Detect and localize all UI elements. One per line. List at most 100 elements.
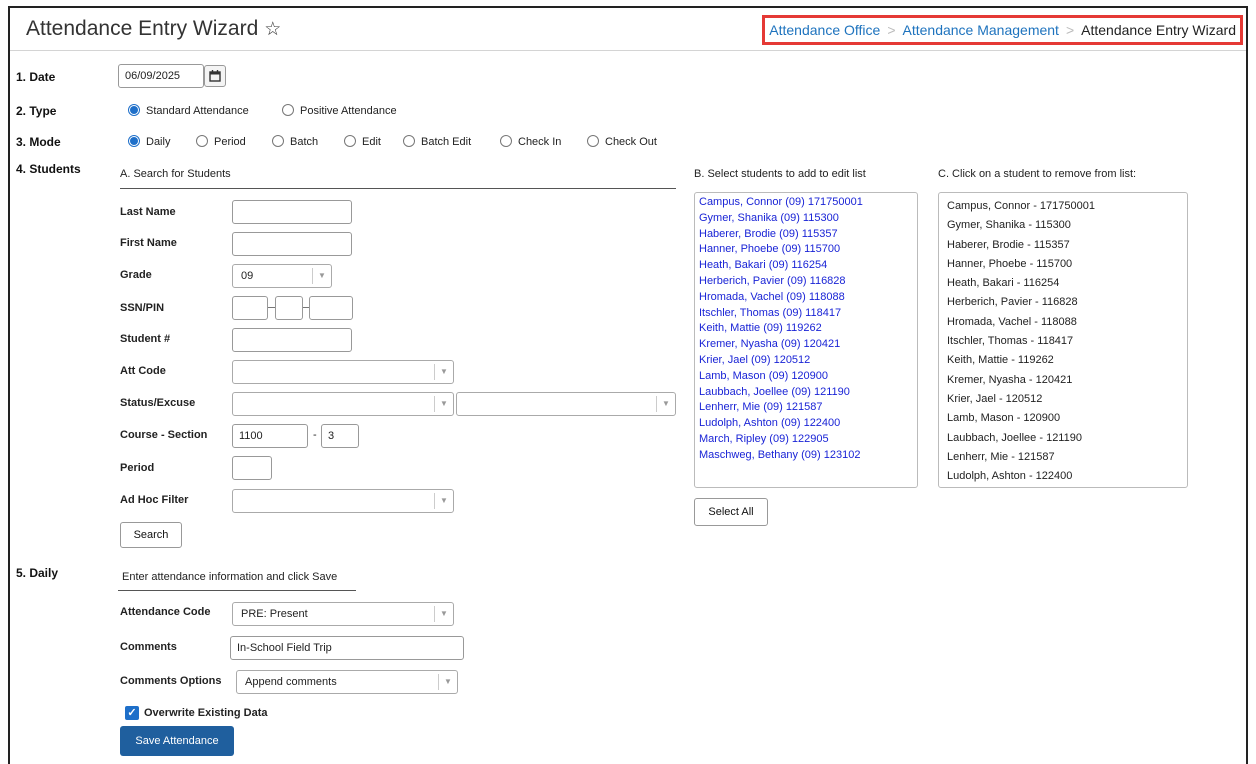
remove-list-item[interactable]: Itschler, Thomas - 118417: [939, 332, 1187, 351]
select-list-item[interactable]: Gymer, Shanika (09) 115300: [695, 211, 917, 227]
students-section-label: 4. Students: [16, 162, 81, 176]
att-code-label: Att Code: [120, 365, 166, 377]
dropdown-arrow-icon: ▼: [434, 396, 453, 412]
select-list-item[interactable]: Hromada, Vachel (09) 118088: [695, 290, 917, 306]
radio-icon[interactable]: [587, 135, 599, 147]
mode-daily-option[interactable]: Daily: [128, 135, 170, 148]
dropdown-arrow-icon: ▼: [434, 606, 453, 622]
select-list-item[interactable]: Itschler, Thomas (09) 118417: [695, 306, 917, 322]
search-button[interactable]: Search: [120, 522, 182, 548]
remove-list-item[interactable]: Herberich, Pavier - 116828: [939, 293, 1187, 312]
radio-selected-icon[interactable]: [128, 135, 140, 147]
radio-icon[interactable]: [403, 135, 415, 147]
radio-icon[interactable]: [282, 104, 294, 116]
remove-list-item[interactable]: Krier, Jael - 120512: [939, 390, 1187, 409]
remove-list-item[interactable]: Heath, Bakari - 116254: [939, 274, 1187, 293]
select-list-item[interactable]: Keith, Mattie (09) 119262: [695, 321, 917, 337]
remove-list-item[interactable]: Lamb, Mason - 120900: [939, 409, 1187, 428]
dropdown-arrow-icon: ▼: [434, 364, 453, 380]
overwrite-existing-label[interactable]: Overwrite Existing Data: [144, 707, 268, 719]
status-select[interactable]: ▼: [232, 392, 454, 416]
ssn-label: SSN/PIN: [120, 302, 165, 314]
mode-batch-option[interactable]: Batch: [272, 135, 318, 148]
select-list-item[interactable]: Ludolph, Ashton (09) 122400: [695, 416, 917, 432]
breadcrumb-attendance-office[interactable]: Attendance Office: [769, 22, 880, 38]
select-all-button[interactable]: Select All: [694, 498, 768, 526]
dropdown-arrow-icon: ▼: [312, 268, 331, 284]
select-list-item[interactable]: Laubbach, Joellee (09) 121190: [695, 385, 917, 401]
type-positive-option[interactable]: Positive Attendance: [282, 104, 397, 117]
remove-list-item[interactable]: Lenherr, Mie - 121587: [939, 448, 1187, 467]
select-list-item[interactable]: Campus, Connor (09) 171750001: [695, 195, 917, 211]
ssn-part2-input[interactable]: [275, 296, 303, 320]
select-list-item[interactable]: Kremer, Nyasha (09) 120421: [695, 337, 917, 353]
mode-period-option[interactable]: Period: [196, 135, 246, 148]
type-standard-option[interactable]: Standard Attendance: [128, 104, 249, 117]
remove-students-list[interactable]: Campus, Connor - 171750001 Gymer, Shanika…: [938, 192, 1188, 488]
select-list-item[interactable]: Haberer, Brodie (09) 115357: [695, 227, 917, 243]
radio-icon[interactable]: [272, 135, 284, 147]
select-list-item[interactable]: Heath, Bakari (09) 116254: [695, 258, 917, 274]
remove-list-item[interactable]: Gymer, Shanika - 115300: [939, 216, 1187, 235]
attendance-code-label: Attendance Code: [120, 606, 211, 618]
remove-list-item[interactable]: Laubbach, Joellee - 121190: [939, 429, 1187, 448]
page-title-text: Attendance Entry Wizard: [26, 17, 259, 40]
select-list-item[interactable]: March, Ripley (09) 122905: [695, 432, 917, 448]
excuse-select[interactable]: ▼: [456, 392, 676, 416]
radio-icon[interactable]: [196, 135, 208, 147]
calendar-icon[interactable]: [204, 65, 226, 87]
radio-icon[interactable]: [500, 135, 512, 147]
select-list-item[interactable]: Krier, Jael (09) 120512: [695, 353, 917, 369]
select-list-item[interactable]: Maschweg, Bethany (09) 123102: [695, 448, 917, 464]
ssn-part1-input[interactable]: [232, 296, 268, 320]
course-input[interactable]: 1100: [232, 424, 308, 448]
search-heading: A. Search for Students: [120, 168, 231, 180]
dropdown-arrow-icon: ▼: [656, 396, 675, 412]
breadcrumb-separator-icon: >: [887, 22, 896, 38]
save-attendance-button[interactable]: Save Attendance: [120, 726, 234, 756]
section-input[interactable]: 3: [321, 424, 359, 448]
first-name-input[interactable]: [232, 232, 352, 256]
date-input[interactable]: 06/09/2025: [118, 64, 204, 88]
period-label: Period: [120, 462, 155, 474]
ssn-part3-input[interactable]: [309, 296, 353, 320]
remove-list-item[interactable]: Keith, Mattie - 119262: [939, 351, 1187, 370]
mode-check-out-option[interactable]: Check Out: [587, 135, 657, 148]
mode-edit-option[interactable]: Edit: [344, 135, 381, 148]
grade-label: Grade: [120, 269, 152, 281]
last-name-label: Last Name: [120, 206, 176, 218]
comments-input[interactable]: In-School Field Trip: [230, 636, 464, 660]
student-number-input[interactable]: [232, 328, 352, 352]
remove-list-item[interactable]: Kremer, Nyasha - 120421: [939, 371, 1187, 390]
select-list-item[interactable]: Lenherr, Mie (09) 121587: [695, 400, 917, 416]
comments-options-label: Comments Options: [120, 675, 222, 687]
mode-check-in-option[interactable]: Check In: [500, 135, 561, 148]
remove-list-item[interactable]: Campus, Connor - 171750001: [939, 197, 1187, 216]
course-section-label: Course - Section: [120, 429, 208, 441]
grade-select[interactable]: 09 ▼: [232, 264, 332, 288]
remove-list-item[interactable]: Hromada, Vachel - 118088: [939, 313, 1187, 332]
remove-list-item[interactable]: Haberer, Brodie - 115357: [939, 236, 1187, 255]
page-title: Attendance Entry Wizard ☆: [26, 17, 281, 41]
comments-options-value: Append comments: [245, 676, 337, 688]
select-list-item[interactable]: Lamb, Mason (09) 120900: [695, 369, 917, 385]
favorite-star-icon[interactable]: ☆: [264, 19, 281, 40]
breadcrumb-attendance-management[interactable]: Attendance Management: [903, 22, 1059, 38]
checkbox-checked-icon[interactable]: ✓: [125, 706, 139, 720]
remove-list-item[interactable]: Ludolph, Ashton - 122400: [939, 467, 1187, 486]
remove-list-item[interactable]: Hanner, Phoebe - 115700: [939, 255, 1187, 274]
status-excuse-label: Status/Excuse: [120, 397, 196, 409]
mode-batch-edit-option[interactable]: Batch Edit: [403, 135, 471, 148]
attendance-code-select[interactable]: PRE: Present ▼: [232, 602, 454, 626]
last-name-input[interactable]: [232, 200, 352, 224]
att-code-select[interactable]: ▼: [232, 360, 454, 384]
comments-options-select[interactable]: Append comments ▼: [236, 670, 458, 694]
breadcrumb: Attendance Office > Attendance Management >…: [762, 15, 1243, 45]
radio-selected-icon[interactable]: [128, 104, 140, 116]
select-list-item[interactable]: Hanner, Phoebe (09) 115700: [695, 242, 917, 258]
radio-icon[interactable]: [344, 135, 356, 147]
select-students-list[interactable]: Campus, Connor (09) 171750001 Gymer, Shan…: [694, 192, 918, 488]
period-input[interactable]: [232, 456, 272, 480]
adhoc-filter-select[interactable]: ▼: [232, 489, 454, 513]
select-list-item[interactable]: Herberich, Pavier (09) 116828: [695, 274, 917, 290]
